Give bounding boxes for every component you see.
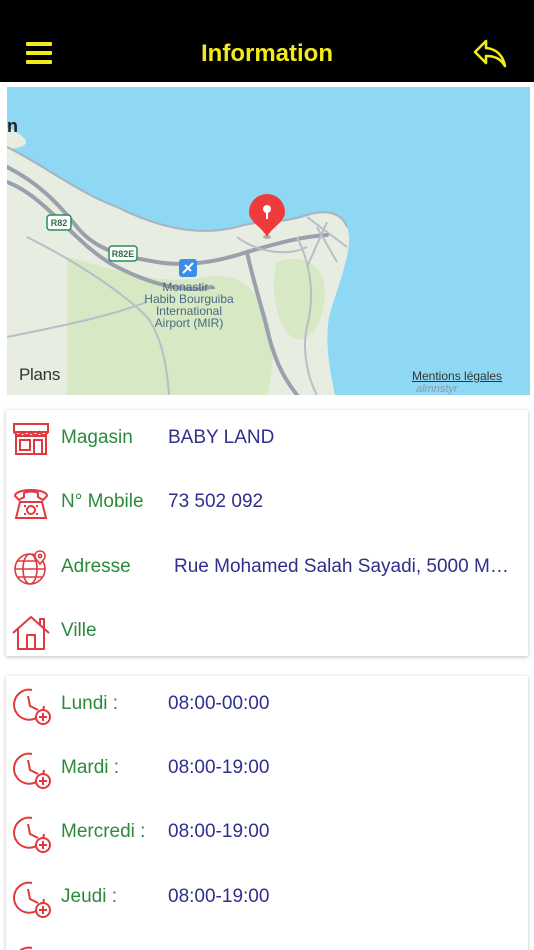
label-mobile: N° Mobile [61, 491, 144, 512]
hours-row-tuesday: Mardi : 08:00-19:00 [6, 740, 528, 800]
opening-hours-card: Lundi : 08:00-00:00 Mardi : 08:00-19:00 … [6, 676, 528, 950]
value-hours: 08:00-19:00 [168, 821, 270, 842]
clock-add-icon [13, 688, 51, 725]
label-day: Lundi : [61, 693, 119, 714]
clock-add-icon [13, 752, 51, 789]
info-row-store: Magasin BABY LAND [6, 410, 528, 470]
clock-add-icon [13, 816, 51, 853]
store-icon [13, 423, 49, 455]
label-day: Mercredi : [61, 821, 146, 842]
hours-row-wednesday: Mercredi : 08:00-19:00 [6, 804, 528, 864]
value-hours: 08:00-19:00 [168, 886, 270, 907]
globe-location-icon [14, 550, 46, 585]
hours-row-monday: Lundi : 08:00-00:00 [6, 676, 528, 736]
hours-row-partial [6, 934, 528, 950]
svg-text:Airport (MIR): Airport (MIR) [155, 316, 224, 330]
label-day: Jeudi : [61, 886, 117, 907]
info-row-mobile[interactable]: N° Mobile 73 502 092 [6, 474, 528, 534]
clock-add-icon [19, 946, 33, 950]
map-sub-label: almnstyr [416, 383, 458, 395]
info-row-address: Adresse Rue Mohamed Salah Sayadi, 5000 M… [6, 539, 528, 599]
road-label-r82e: R82E [112, 249, 135, 259]
label-day: Mardi : [61, 757, 120, 778]
store-info-card: Magasin BABY LAND N° Mobile 73 502 092 A… [6, 410, 528, 656]
maps-brand: Plans [19, 365, 61, 384]
value-address: Rue Mohamed Salah Sayadi, 5000 Monastir [174, 556, 519, 577]
road-label-r82: R82 [51, 218, 68, 228]
value-hours: 08:00-19:00 [168, 757, 270, 778]
value-mobile[interactable]: 73 502 092 [168, 490, 263, 514]
app-header: Information [0, 0, 534, 82]
info-row-city: Ville [6, 603, 528, 663]
house-icon [12, 616, 50, 650]
value-store: BABY LAND [168, 427, 275, 448]
page-title: Information [201, 40, 333, 67]
clock-add-icon [13, 881, 51, 918]
reply-arrow-icon[interactable] [472, 38, 508, 70]
telephone-icon [13, 489, 49, 519]
label-store: Magasin [61, 427, 133, 448]
map-edge-label: n [7, 116, 18, 136]
legal-notice-link[interactable]: Mentions légales [412, 369, 502, 383]
hours-row-thursday: Jeudi : 08:00-19:00 [6, 869, 528, 929]
value-hours: 08:00-00:00 [168, 693, 270, 714]
label-address: Adresse [61, 556, 131, 577]
label-city: Ville [61, 620, 97, 641]
map-view[interactable]: R82 R82E Monastir - Habib Bourguiba Inte… [7, 87, 530, 395]
